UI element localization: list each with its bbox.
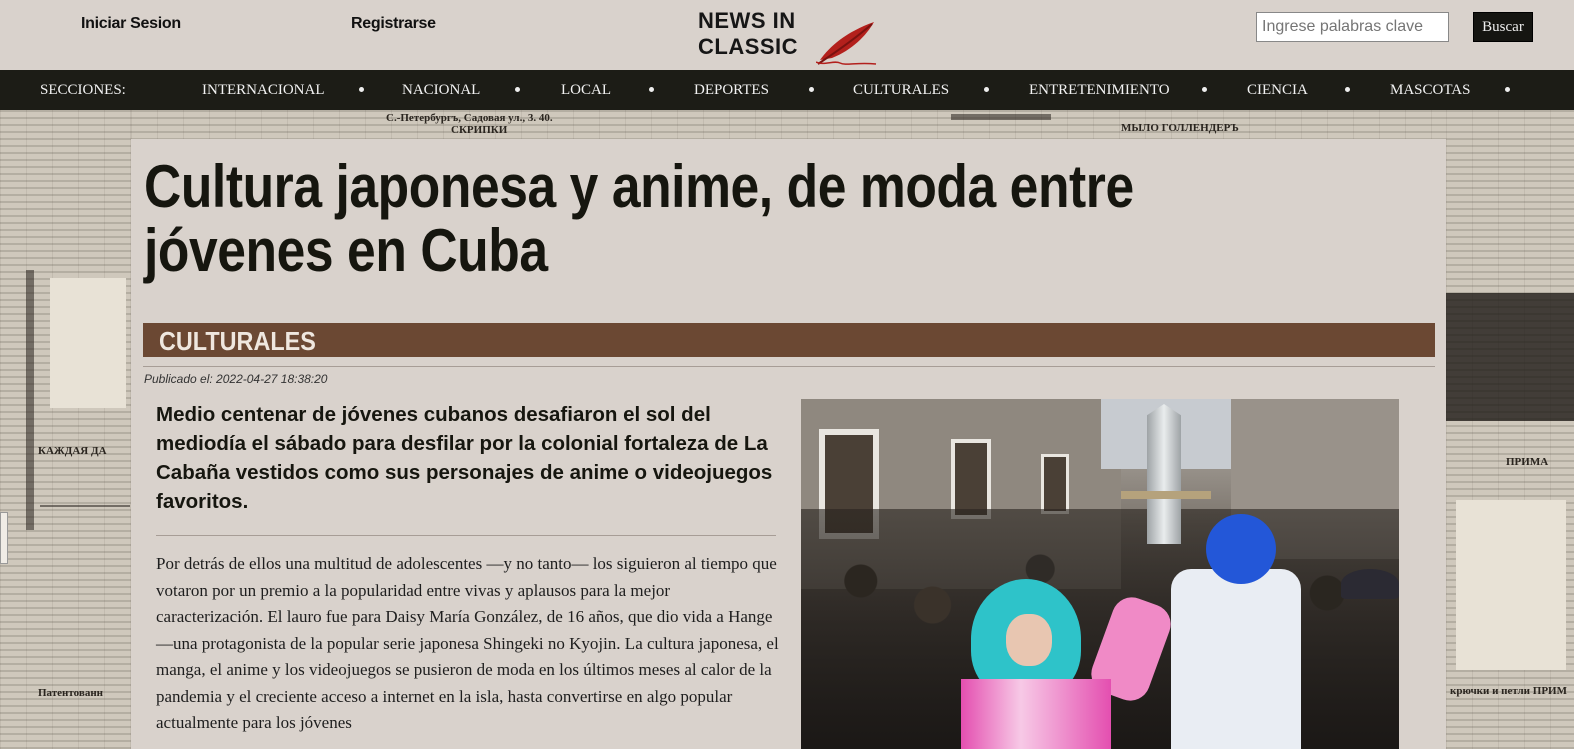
photo-sword-guard	[1121, 491, 1211, 499]
article-body: Por detrás de ellos una multitud de adol…	[156, 554, 779, 732]
site-logo[interactable]: NEWS IN CLASSIC	[698, 8, 883, 65]
login-link[interactable]: Iniciar Sesion	[81, 15, 181, 33]
nav-item-internacional[interactable]: INTERNACIONAL	[202, 82, 324, 99]
nav-item-deportes[interactable]: DEPORTES	[694, 82, 769, 99]
nav-item-ciencia[interactable]: CIENCIA	[1247, 82, 1308, 99]
ad-panel	[50, 278, 126, 408]
search-input[interactable]	[1256, 12, 1449, 42]
published-date: Publicado el: 2022-04-27 18:38:20	[144, 372, 328, 386]
photo-doorway	[1041, 454, 1069, 514]
logo-line-1: NEWS IN	[698, 8, 796, 33]
ad-panel	[1456, 500, 1566, 670]
top-header: Iniciar Sesion Registrarse NEWS IN CLASSI…	[0, 0, 1574, 70]
article-photo	[801, 399, 1399, 749]
article-lead: Medio centenar de jóvenes cubanos desafi…	[156, 403, 773, 513]
decorative-bar	[951, 114, 1051, 120]
nav-separator	[984, 87, 989, 92]
nav-item-entretenimiento[interactable]: ENTRETENIMIENTO	[1029, 82, 1170, 99]
nav-separator	[1202, 87, 1207, 92]
side-tab[interactable]	[0, 512, 8, 564]
nav-separator	[649, 87, 654, 92]
nav-item-local[interactable]: LOCAL	[561, 82, 611, 99]
photo-cosplayer-face	[1006, 614, 1052, 666]
newspaper-background-left: КАЖДАЯ ДА Патентованн	[0, 110, 131, 749]
search-button[interactable]: Buscar	[1473, 12, 1533, 42]
section-label[interactable]: CULTURALES	[159, 326, 316, 357]
article-title: Cultura japonesa y anime, de moda entre …	[144, 153, 1134, 284]
photo-hat	[1341, 569, 1399, 599]
background-text: ПРИМА	[1506, 456, 1549, 468]
background-text: КАЖДАЯ ДА	[38, 445, 107, 457]
photo-doorway	[951, 439, 991, 519]
background-text: МЫЛО ГОЛЛЕНДЕРЪ	[1121, 122, 1239, 134]
divider	[40, 505, 130, 507]
newspaper-background-top: С.-Петербургъ, Садовая ул., 3. 40. СКРИП…	[131, 110, 1446, 139]
nav-separator	[1505, 87, 1510, 92]
background-text: СКРИПКИ	[451, 124, 508, 136]
nav-item-culturales[interactable]: CULTURALES	[853, 82, 949, 99]
background-text: Патентованн	[38, 687, 103, 699]
divider	[156, 535, 776, 536]
decorative-bar	[26, 270, 34, 530]
sections-label: SECCIONES:	[40, 82, 126, 98]
ad-panel-dark	[1446, 293, 1574, 421]
nav-separator	[515, 87, 520, 92]
register-link[interactable]: Registrarse	[351, 15, 436, 33]
photo-cosplayer-coat	[1171, 569, 1301, 749]
quill-icon	[816, 22, 877, 65]
divider	[143, 366, 1435, 367]
photo-cosplayer-dress	[961, 679, 1111, 749]
background-text: С.-Петербургъ, Садовая ул., 3. 40.	[386, 112, 553, 124]
section-bar: CULTURALES	[143, 323, 1435, 357]
article: Cultura japonesa y anime, de moda entre …	[131, 139, 1446, 749]
photo-cosplayer-wig	[1206, 514, 1276, 584]
newspaper-background-right: крючки и петли ПРИМ ПРИМА	[1446, 110, 1574, 749]
photo-sword	[1147, 404, 1181, 544]
background-text: крючки и петли ПРИМ	[1450, 685, 1567, 697]
nav-item-nacional[interactable]: NACIONAL	[402, 82, 480, 99]
sections-nav: SECCIONES: INTERNACIONAL NACIONAL LOCAL …	[0, 70, 1574, 110]
nav-separator	[1345, 87, 1350, 92]
logo-line-2: CLASSIC	[698, 34, 799, 59]
nav-separator	[359, 87, 364, 92]
nav-separator	[809, 87, 814, 92]
nav-item-mascotas[interactable]: MASCOTAS	[1390, 82, 1471, 99]
